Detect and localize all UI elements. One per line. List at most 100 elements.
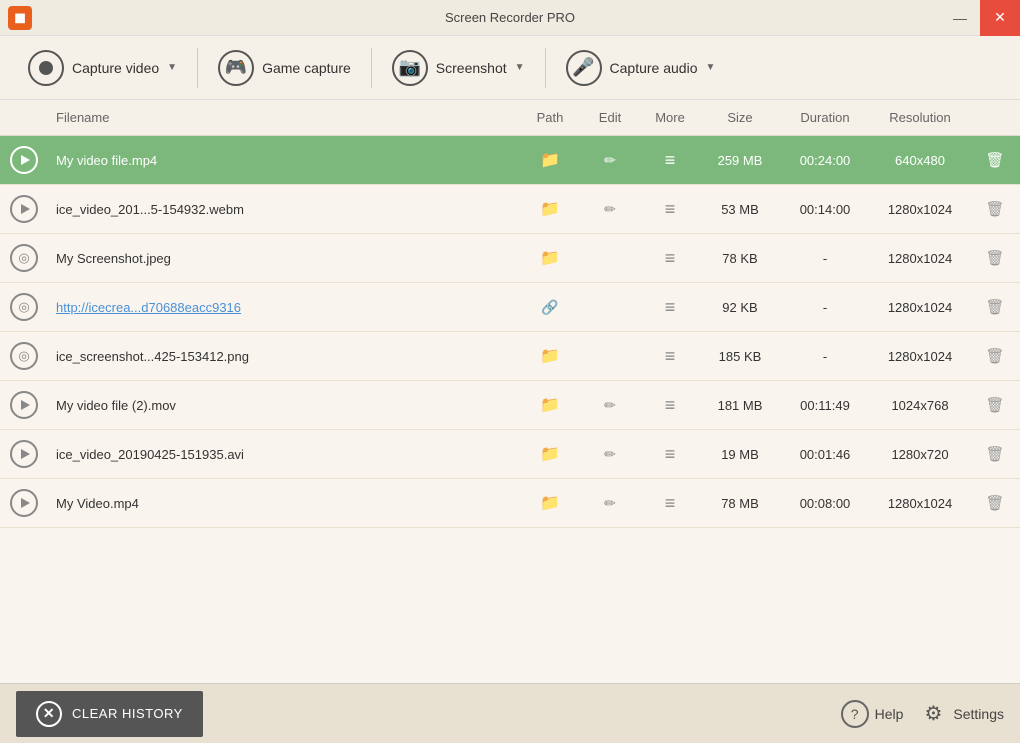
delete-icon[interactable]: 🗑	[981, 244, 1009, 272]
capture-video-button[interactable]: Capture video ▼	[16, 44, 189, 92]
screenshot-icon[interactable]: ◎	[10, 244, 38, 272]
delete-icon[interactable]: 🗑	[981, 195, 1009, 223]
row-path-button[interactable]: 🔗	[520, 283, 580, 332]
row-edit-button[interactable]: ✏	[580, 430, 640, 479]
row-edit-button[interactable]	[580, 283, 640, 332]
row-edit-button[interactable]: ✏	[580, 136, 640, 185]
row-filename: My Video.mp4	[48, 479, 520, 528]
row-resolution: 1280x1024	[870, 185, 970, 234]
folder-icon[interactable]: 📁	[536, 440, 564, 468]
row-path-button[interactable]: 📁	[520, 332, 580, 381]
table-row[interactable]: My video file (2).mov📁✏≡181 MB00:11:4910…	[0, 381, 1020, 430]
screenshot-button[interactable]: 📷 Screenshot ▼	[380, 44, 537, 92]
delete-icon[interactable]: 🗑	[981, 391, 1009, 419]
row-duration: 00:11:49	[780, 381, 870, 430]
clear-icon: ✕	[36, 701, 62, 727]
screenshot-icon[interactable]: ◎	[10, 293, 38, 321]
col-size: Size	[700, 100, 780, 136]
table-row[interactable]: ◎My Screenshot.jpeg📁≡78 KB-1280x1024🗑	[0, 234, 1020, 283]
folder-icon[interactable]: 📁	[536, 244, 564, 272]
row-delete-button[interactable]: 🗑	[970, 185, 1020, 234]
row-more-button[interactable]: ≡	[640, 136, 700, 185]
capture-audio-button[interactable]: 🎤 Capture audio ▼	[554, 44, 728, 92]
row-path-button[interactable]: 📁	[520, 234, 580, 283]
bottom-right-actions: ? Help ⚙ Settings	[841, 700, 1004, 728]
row-delete-button[interactable]: 🗑	[970, 136, 1020, 185]
row-more-button[interactable]: ≡	[640, 332, 700, 381]
delete-icon[interactable]: 🗑	[981, 293, 1009, 321]
play-button[interactable]	[10, 195, 38, 223]
edit-icon[interactable]: ✏	[596, 195, 624, 223]
more-icon[interactable]: ≡	[656, 342, 684, 370]
row-edit-button[interactable]: ✏	[580, 381, 640, 430]
play-button[interactable]	[10, 391, 38, 419]
row-more-button[interactable]: ≡	[640, 185, 700, 234]
audio-icon: 🎤	[566, 50, 602, 86]
row-delete-button[interactable]: 🗑	[970, 283, 1020, 332]
game-capture-button[interactable]: 🎮 Game capture	[206, 44, 363, 92]
more-icon[interactable]: ≡	[656, 244, 684, 272]
edit-icon[interactable]: ✏	[596, 440, 624, 468]
table-row[interactable]: ◎ice_screenshot...425-153412.png📁≡185 KB…	[0, 332, 1020, 381]
edit-icon[interactable]: ✏	[596, 391, 624, 419]
edit-icon[interactable]: ✏	[596, 489, 624, 517]
row-delete-button[interactable]: 🗑	[970, 234, 1020, 283]
row-edit-button[interactable]	[580, 234, 640, 283]
play-button[interactable]	[10, 489, 38, 517]
row-path-button[interactable]: 📁	[520, 136, 580, 185]
play-button[interactable]	[10, 440, 38, 468]
folder-icon[interactable]: 📁	[536, 391, 564, 419]
row-path-button[interactable]: 📁	[520, 430, 580, 479]
more-icon[interactable]: ≡	[656, 146, 684, 174]
row-edit-button[interactable]	[580, 332, 640, 381]
row-resolution: 1280x720	[870, 430, 970, 479]
row-delete-button[interactable]: 🗑	[970, 479, 1020, 528]
play-button[interactable]	[10, 146, 38, 174]
row-path-button[interactable]: 📁	[520, 381, 580, 430]
link-icon[interactable]: 🔗	[536, 293, 564, 321]
folder-icon[interactable]: 📁	[536, 146, 564, 174]
row-path-button[interactable]: 📁	[520, 185, 580, 234]
delete-icon[interactable]: 🗑	[981, 342, 1009, 370]
folder-icon[interactable]: 📁	[536, 489, 564, 517]
help-button[interactable]: ? Help	[841, 700, 904, 728]
row-edit-button[interactable]: ✏	[580, 185, 640, 234]
table-row[interactable]: My video file.mp4📁✏≡259 MB00:24:00640x48…	[0, 136, 1020, 185]
row-path-button[interactable]: 📁	[520, 479, 580, 528]
more-icon[interactable]: ≡	[656, 293, 684, 321]
row-filename[interactable]: http://icecrea...d70688eacc9316	[48, 283, 520, 332]
edit-icon[interactable]: ✏	[596, 146, 624, 174]
row-resolution: 1280x1024	[870, 234, 970, 283]
delete-icon[interactable]: 🗑	[981, 146, 1009, 174]
delete-icon[interactable]: 🗑	[981, 489, 1009, 517]
table-row[interactable]: ice_video_201...5-154932.webm📁✏≡53 MB00:…	[0, 185, 1020, 234]
more-icon[interactable]: ≡	[656, 489, 684, 517]
more-icon[interactable]: ≡	[656, 440, 684, 468]
folder-icon[interactable]: 📁	[536, 195, 564, 223]
table-row[interactable]: ice_video_20190425-151935.avi📁✏≡19 MB00:…	[0, 430, 1020, 479]
settings-button[interactable]: ⚙ Settings	[919, 700, 1004, 728]
screenshot-icon[interactable]: ◎	[10, 342, 38, 370]
table-row[interactable]: My Video.mp4📁✏≡78 MB00:08:001280x1024🗑	[0, 479, 1020, 528]
row-delete-button[interactable]: 🗑	[970, 430, 1020, 479]
row-duration: 00:01:46	[780, 430, 870, 479]
row-delete-button[interactable]: 🗑	[970, 332, 1020, 381]
row-more-button[interactable]: ≡	[640, 479, 700, 528]
row-more-button[interactable]: ≡	[640, 381, 700, 430]
clear-history-label: CLEAR HISTORY	[72, 706, 183, 721]
folder-icon[interactable]: 📁	[536, 342, 564, 370]
row-edit-button[interactable]: ✏	[580, 479, 640, 528]
row-delete-button[interactable]: 🗑	[970, 381, 1020, 430]
row-size: 53 MB	[700, 185, 780, 234]
table-row[interactable]: ◎http://icecrea...d70688eacc9316🔗≡92 KB-…	[0, 283, 1020, 332]
close-button[interactable]: ✕	[980, 0, 1020, 36]
row-more-button[interactable]: ≡	[640, 234, 700, 283]
more-icon[interactable]: ≡	[656, 195, 684, 223]
minimize-button[interactable]: —	[940, 0, 980, 36]
row-more-button[interactable]: ≡	[640, 430, 700, 479]
help-icon: ?	[841, 700, 869, 728]
delete-icon[interactable]: 🗑	[981, 440, 1009, 468]
row-more-button[interactable]: ≡	[640, 283, 700, 332]
more-icon[interactable]: ≡	[656, 391, 684, 419]
clear-history-button[interactable]: ✕ CLEAR HISTORY	[16, 691, 203, 737]
